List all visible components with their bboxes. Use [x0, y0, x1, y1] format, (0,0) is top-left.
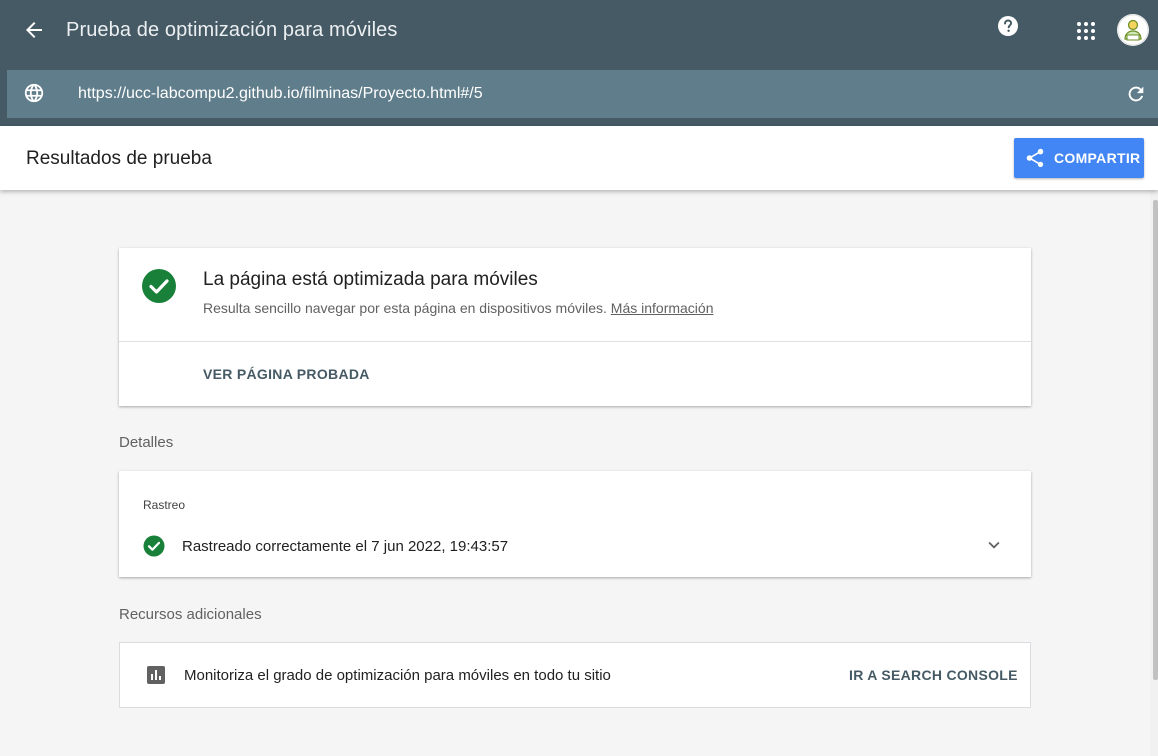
share-button-label: COMPARTIR	[1054, 150, 1141, 166]
globe-icon	[23, 82, 45, 104]
chevron-down-icon[interactable]	[983, 534, 1005, 556]
card-divider	[119, 341, 1031, 342]
url-text[interactable]: https://ucc-labcompu2.github.io/filminas…	[78, 85, 483, 103]
apps-grid-icon[interactable]	[1074, 19, 1098, 43]
result-card: La página está optimizada para móviles R…	[119, 248, 1031, 406]
crawl-status: Rastreado correctamente el 7 jun 2022, 1…	[182, 538, 509, 555]
arrow-back-icon[interactable]	[22, 18, 46, 42]
header-divider	[0, 118, 1158, 126]
search-console-button[interactable]: IR A SEARCH CONSOLE	[849, 667, 1018, 683]
resources-section-label: Recursos adicionales	[119, 606, 262, 623]
url-bar-edge	[0, 70, 7, 118]
bar-chart-icon	[146, 665, 166, 685]
app-title: Prueba de optimización para móviles	[66, 19, 398, 41]
details-section-label: Detalles	[119, 434, 174, 451]
result-description-text: Resulta sencillo navegar por esta página…	[203, 300, 607, 316]
url-bar[interactable]: https://ucc-labcompu2.github.io/filminas…	[7, 70, 1158, 118]
result-description: Resulta sencillo navegar por esta página…	[203, 300, 713, 316]
help-icon[interactable]	[997, 15, 1019, 37]
crawl-card[interactable]: Rastreo Rastreado correctamente el 7 jun…	[119, 471, 1031, 577]
crawl-title: Rastreo	[143, 498, 186, 512]
check-circle-icon	[141, 268, 177, 304]
share-icon	[1024, 147, 1046, 169]
results-title: Resultados de prueba	[26, 148, 212, 169]
share-button[interactable]: COMPARTIR	[1014, 138, 1144, 178]
results-header: Resultados de prueba COMPARTIR	[0, 126, 1158, 190]
user-avatar[interactable]	[1117, 14, 1149, 46]
more-info-link[interactable]: Más información	[611, 300, 714, 316]
resources-card: Monitoriza el grado de optimización para…	[119, 642, 1031, 708]
scrollbar-thumb[interactable]	[1153, 200, 1158, 680]
view-tested-page-button[interactable]: VER PÁGINA PROBADA	[203, 366, 370, 382]
resources-text: Monitoriza el grado de optimización para…	[184, 667, 611, 684]
check-circle-icon	[143, 535, 165, 557]
reload-icon[interactable]	[1125, 83, 1147, 105]
result-heading: La página está optimizada para móviles	[203, 269, 538, 290]
top-app-bar: Prueba de optimización para móviles	[0, 0, 1158, 70]
